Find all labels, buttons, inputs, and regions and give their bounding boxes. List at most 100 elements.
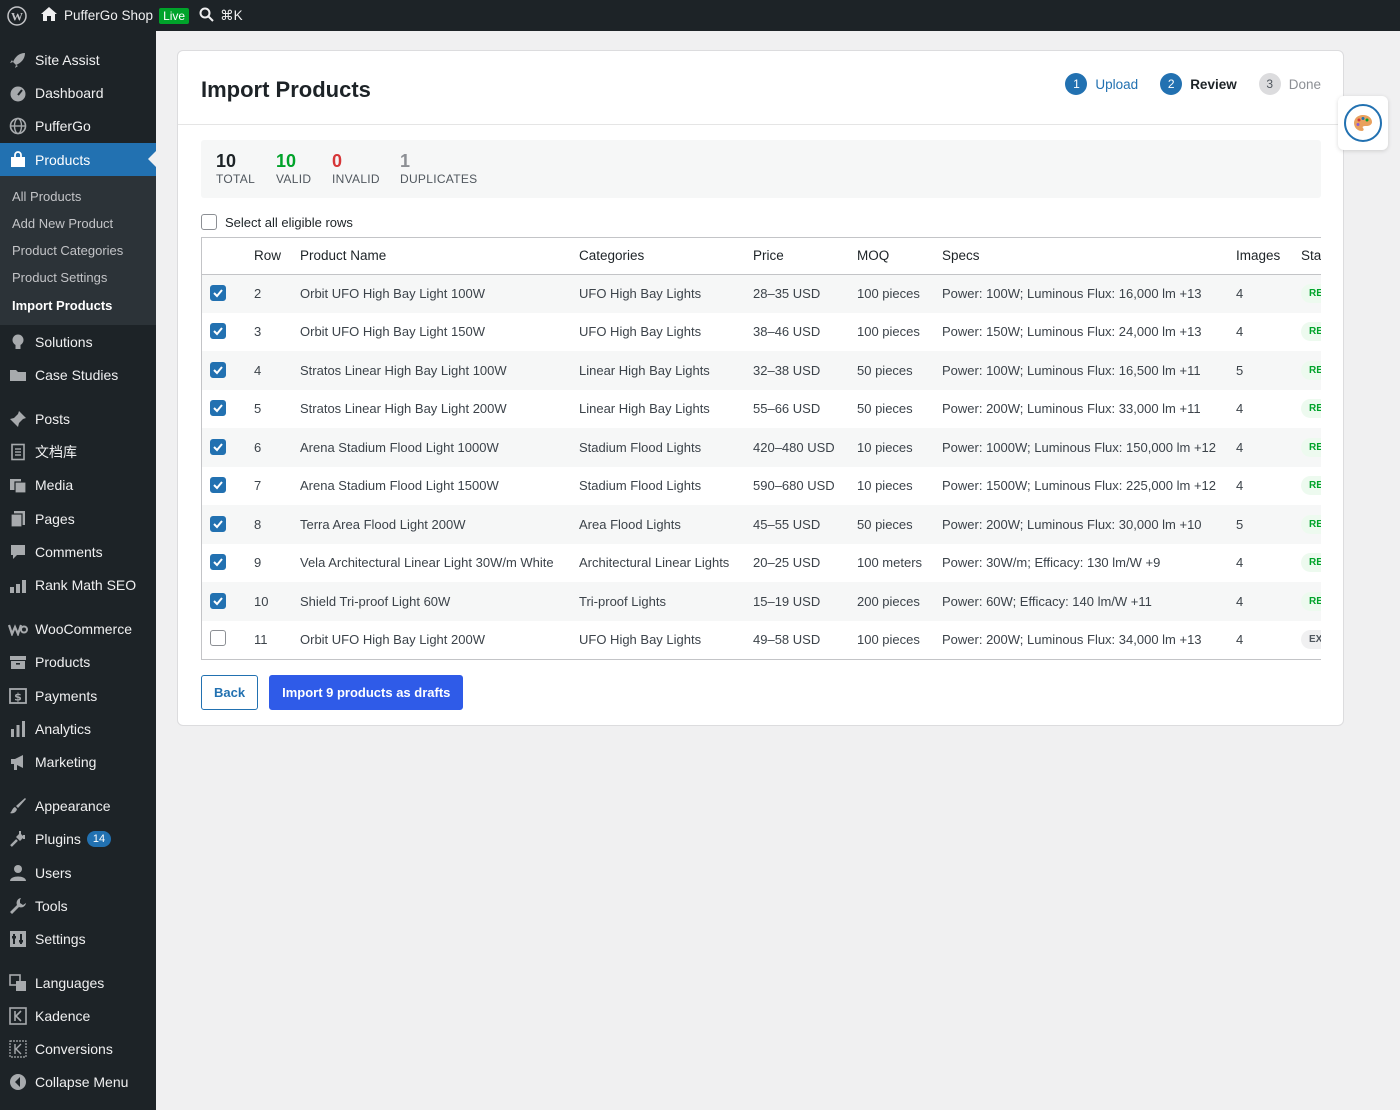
sidebar-item-appearance[interactable]: Appearance [0, 789, 156, 822]
table-row[interactable]: 6 Arena Stadium Flood Light 1000W Stadium … [202, 428, 1321, 467]
product-specs: Power: 200W; Luminous Flux: 33,000 lm +1… [942, 401, 1201, 417]
sidebar-item-kadence[interactable]: Kadence [0, 999, 156, 1032]
sidebar-item-collapse-menu[interactable]: Collapse Menu [0, 1065, 156, 1098]
product-category: UFO High Bay Lights [579, 324, 702, 340]
select-all-row[interactable]: Select all eligible rows [201, 214, 353, 230]
check-icon [213, 327, 223, 336]
sidebar-item-solutions[interactable]: Solutions [0, 325, 156, 358]
product-name: Stratos Linear High Bay Light 200W [300, 401, 507, 417]
row-checkbox[interactable] [210, 630, 226, 647]
sidebar-item-payments[interactable]: $ Payments [0, 679, 156, 712]
check-icon [213, 597, 223, 606]
site-name: PufferGo Shop [64, 8, 154, 23]
row-checkbox[interactable] [210, 361, 226, 378]
product-specs: Power: 100W; Luminous Flux: 16,000 lm +1… [934, 274, 1228, 313]
product-price: 55–66 USD [753, 401, 821, 417]
back-button[interactable]: Back [201, 675, 259, 710]
table-row[interactable]: 10 Shield Tri-proof Light 60W Tri-proof Li… [202, 582, 1321, 621]
submenu-import-products[interactable]: Import Products [12, 298, 112, 313]
sidebar-item-comments[interactable]: Comments [0, 535, 156, 568]
wordpress-logo-icon[interactable]: W [0, 0, 34, 31]
column-header-specs[interactable]: Specs [934, 238, 1228, 275]
table-row[interactable]: 2 Orbit UFO High Bay Light 100W UFO High B… [202, 274, 1321, 313]
sidebar-item-products[interactable]: Products [0, 143, 156, 176]
column-header-images[interactable]: Images [1228, 238, 1293, 275]
sidebar-item-woocommerce[interactable]: WooCommerce [0, 612, 156, 645]
row-checkbox[interactable] [210, 323, 226, 340]
products-table-wrapper[interactable]: Row Product Name Categories Price MOQ Sp… [201, 237, 1321, 660]
row-checkbox[interactable] [210, 477, 226, 494]
product-name: Orbit UFO High Bay Light 100W [292, 274, 571, 313]
table-row[interactable]: 11 Orbit UFO High Bay Light 200W UFO High … [202, 621, 1321, 660]
column-header-moq[interactable]: MOQ [849, 238, 934, 275]
submenu-product-settings[interactable]: Product Settings [12, 270, 107, 285]
column-header-product-name[interactable]: Product Name [292, 238, 571, 275]
column-header-price[interactable]: Price [745, 238, 849, 275]
sidebar-item-document-library[interactable]: 文档库 [0, 435, 156, 468]
row-select-cell [202, 351, 246, 390]
product-specs: Power: 150W; Luminous Flux: 24,000 lm +1… [942, 324, 1202, 340]
column-header-categories[interactable]: Categories [571, 238, 745, 275]
product-category: UFO High Bay Lights [579, 632, 702, 648]
product-name: Arena Stadium Flood Light 1500W [300, 478, 499, 494]
product-price: 20–25 USD [753, 555, 821, 571]
sidebar-item-case-studies[interactable]: Case Studies [0, 358, 156, 391]
product-moq: 100 pieces [857, 324, 920, 340]
product-specs: Power: 1500W; Luminous Flux: 225,000 lm … [942, 478, 1216, 494]
sidebar-item-woo-products[interactable]: Products [0, 645, 156, 678]
sidebar-item-media[interactable]: Media [0, 468, 156, 501]
sidebar-item-settings[interactable]: Settings [0, 922, 156, 955]
column-header-status[interactable]: Sta [1293, 238, 1321, 275]
page-title: Import Products [201, 77, 371, 102]
row-checkbox[interactable] [210, 400, 226, 417]
table-row[interactable]: 4 Stratos Linear High Bay Light 100W Linea… [202, 351, 1321, 390]
sidebar-item-users[interactable]: Users [0, 856, 156, 889]
row-checkbox[interactable] [210, 515, 226, 532]
step-label: Done [1288, 76, 1321, 92]
sidebar-item-marketing[interactable]: Marketing [0, 745, 156, 778]
sidebar-item-puffergo[interactable]: PufferGo [0, 109, 156, 142]
row-checkbox[interactable] [210, 554, 226, 571]
sidebar-item-languages[interactable]: Languages [0, 966, 156, 999]
column-header-row[interactable]: Row [246, 238, 292, 275]
submenu-add-new-product[interactable]: Add New Product [12, 216, 113, 231]
command-search[interactable]: ⌘K [199, 7, 243, 25]
products-submenu: All Products Add New Product Product Cat… [0, 176, 156, 325]
site-home-link[interactable]: PufferGo Shop [40, 6, 153, 25]
table-row[interactable]: 5 Stratos Linear High Bay Light 200W Linea… [202, 390, 1321, 429]
sidebar-item-analytics[interactable]: Analytics [0, 712, 156, 745]
product-specs: Power: 30W/m; Efficacy: 130 lm/W +9 [942, 555, 1161, 571]
sidebar-item-posts[interactable]: Posts [0, 402, 156, 435]
step-label: Review [1190, 76, 1237, 92]
settings-icon [8, 929, 28, 949]
sidebar-item-rank-math-seo[interactable]: Rank Math SEO [0, 568, 156, 601]
row-checkbox[interactable] [210, 285, 226, 301]
sidebar-item-tools[interactable]: Tools [0, 889, 156, 922]
import-drafts-button[interactable]: Import 9 products as drafts [269, 675, 464, 710]
status-badge: RE [1301, 514, 1321, 534]
floating-assistant-button[interactable] [1338, 96, 1388, 150]
step-upload[interactable]: 1 Upload [1065, 73, 1138, 95]
step-number: 3 [1258, 73, 1281, 95]
select-all-checkbox[interactable] [201, 214, 217, 230]
sidebar-item-site-assist[interactable]: Site Assist [0, 43, 156, 76]
table-row[interactable]: 7 Arena Stadium Flood Light 1500W Stadium … [202, 467, 1321, 506]
table-row[interactable]: 8 Terra Area Flood Light 200W Area Flood L… [202, 505, 1321, 544]
sidebar-item-conversions[interactable]: Conversions [0, 1032, 156, 1065]
product-price: 590–680 USD [753, 478, 835, 494]
admin-sidebar: All Products Add New Product Product Cat… [0, 31, 156, 1110]
row-checkbox[interactable] [210, 438, 226, 455]
check-icon [213, 443, 223, 452]
table-row[interactable]: 3 Orbit UFO High Bay Light 150W UFO High B… [202, 313, 1321, 352]
table-row[interactable]: 9 Vela Architectural Linear Light 30W/m W… [202, 544, 1321, 583]
row-number: 7 [254, 478, 262, 494]
row-select-cell [202, 505, 246, 544]
submenu-all-products[interactable]: All Products [12, 189, 81, 204]
product-images: 5 [1228, 505, 1293, 544]
row-checkbox[interactable] [210, 592, 226, 609]
product-images: 4 [1236, 324, 1244, 340]
sidebar-item-pages[interactable]: Pages [0, 502, 156, 535]
submenu-product-categories[interactable]: Product Categories [12, 243, 123, 258]
sidebar-item-plugins[interactable]: Plugins 14 [0, 822, 156, 855]
sidebar-item-dashboard[interactable]: Dashboard [0, 76, 156, 109]
